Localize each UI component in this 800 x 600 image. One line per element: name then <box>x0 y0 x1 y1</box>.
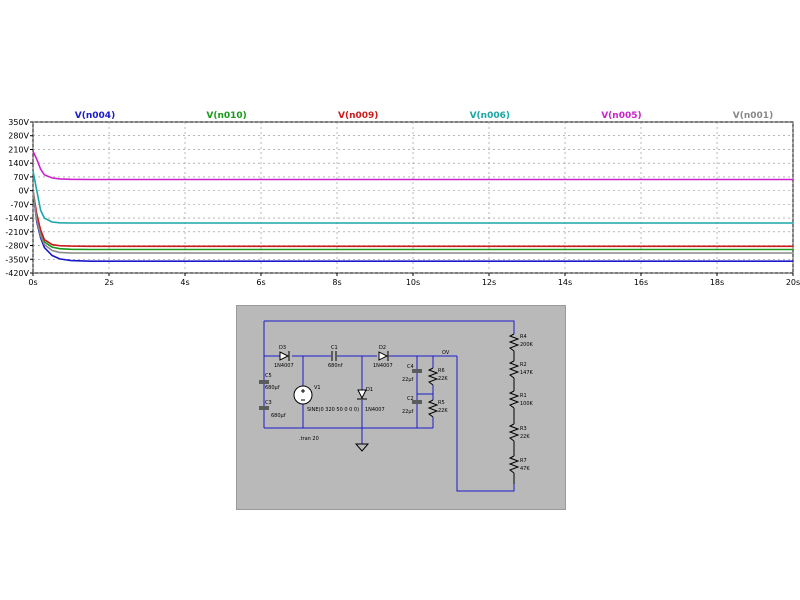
y-tick-label: 140V <box>8 159 29 168</box>
c3-value: 680µf <box>271 413 286 419</box>
r6-value: 22K <box>438 376 448 382</box>
y-tick-label: -70V <box>10 200 29 209</box>
output-label: OV <box>442 350 450 356</box>
c5-value: 680µf <box>265 385 280 391</box>
x-tick-label: 20s <box>786 278 800 287</box>
r3-label: R3 <box>520 426 527 432</box>
c4-value: 22µf <box>402 377 414 383</box>
x-tick-label: 12s <box>482 278 496 287</box>
x-axis: 0s 2s 4s 6s 8s 10s 12s 14s 16s 18s 20s <box>28 273 800 287</box>
legend-entry: V(n004) <box>75 111 115 121</box>
x-tick-label: 8s <box>332 278 341 287</box>
c1-label: C1 <box>331 345 338 351</box>
c4-label: C4 <box>407 364 414 370</box>
x-tick-label: 4s <box>180 278 189 287</box>
r1-label: R1 <box>520 393 527 399</box>
r4-label: R4 <box>520 334 527 340</box>
r2-value: 147K <box>520 370 534 376</box>
y-tick-label: -140V <box>5 214 29 223</box>
circuit-schematic: D3 1N4007 C1 680nf D2 1N4007 C5 680µf C3… <box>236 305 566 510</box>
d3-part: 1N4007 <box>274 363 294 369</box>
x-tick-label: 16s <box>634 278 648 287</box>
r1-value: 100K <box>520 401 534 407</box>
c2-value: 22µf <box>402 409 414 415</box>
legend-entry: V(n010) <box>206 111 246 121</box>
d2-part: 1N4007 <box>373 363 393 369</box>
x-tick-label: 14s <box>558 278 572 287</box>
y-tick-label: 70V <box>13 173 29 182</box>
x-tick-label: 0s <box>28 278 37 287</box>
c1-value: 680nf <box>328 363 343 369</box>
r5-label: R5 <box>438 400 445 406</box>
y-tick-label: 210V <box>8 145 29 154</box>
x-tick-label: 2s <box>104 278 113 287</box>
y-tick-label: 350V <box>8 118 29 127</box>
y-tick-label: -280V <box>5 242 29 251</box>
c3-label: C3 <box>265 400 272 406</box>
v1-value: SINE(0 320 50 0 0 0) <box>307 407 359 413</box>
y-tick-label: -350V <box>5 255 29 264</box>
legend-entry: V(n005) <box>601 111 641 121</box>
d2-label: D2 <box>379 345 386 351</box>
x-tick-label: 6s <box>256 278 265 287</box>
r3-value: 22K <box>520 434 530 440</box>
tran-directive: .tran 20 <box>299 436 319 442</box>
c5-label: C5 <box>265 373 272 379</box>
r6-label: R6 <box>438 368 445 374</box>
schematic-drawing: D3 1N4007 C1 680nf D2 1N4007 C5 680µf C3… <box>259 320 534 492</box>
waveform-chart: V(n004) V(n010) V(n009) V(n006) V(n005) V(n00… <box>5 111 800 287</box>
legend-entry: V(n001) <box>733 111 773 121</box>
legend-entry: V(n009) <box>338 111 378 121</box>
d3-label: D3 <box>279 345 286 351</box>
x-tick-label: 18s <box>710 278 724 287</box>
x-tick-label: 10s <box>406 278 420 287</box>
r5-value: 22K <box>438 408 448 414</box>
y-axis: 350V 280V 210V 140V 70V 0V -70V -140V -210V -280V… <box>5 118 33 278</box>
r7-value: 47K <box>520 466 530 472</box>
r7-label: R7 <box>520 458 527 464</box>
r4-value: 200K <box>520 342 534 348</box>
chart-legend: V(n004) V(n010) V(n009) V(n006) V(n005) V(n00… <box>75 111 773 121</box>
r2-label: R2 <box>520 362 527 368</box>
y-tick-label: -420V <box>5 269 29 278</box>
legend-entry: V(n006) <box>470 111 510 121</box>
y-tick-label: -210V <box>5 228 29 237</box>
d1-label: D1 <box>366 387 373 393</box>
c2-label: C2 <box>407 396 414 402</box>
v1-label: V1 <box>314 385 321 391</box>
y-tick-label: 0V <box>18 187 29 196</box>
y-tick-label: 280V <box>8 132 29 141</box>
d1-part: 1N4007 <box>365 407 385 413</box>
